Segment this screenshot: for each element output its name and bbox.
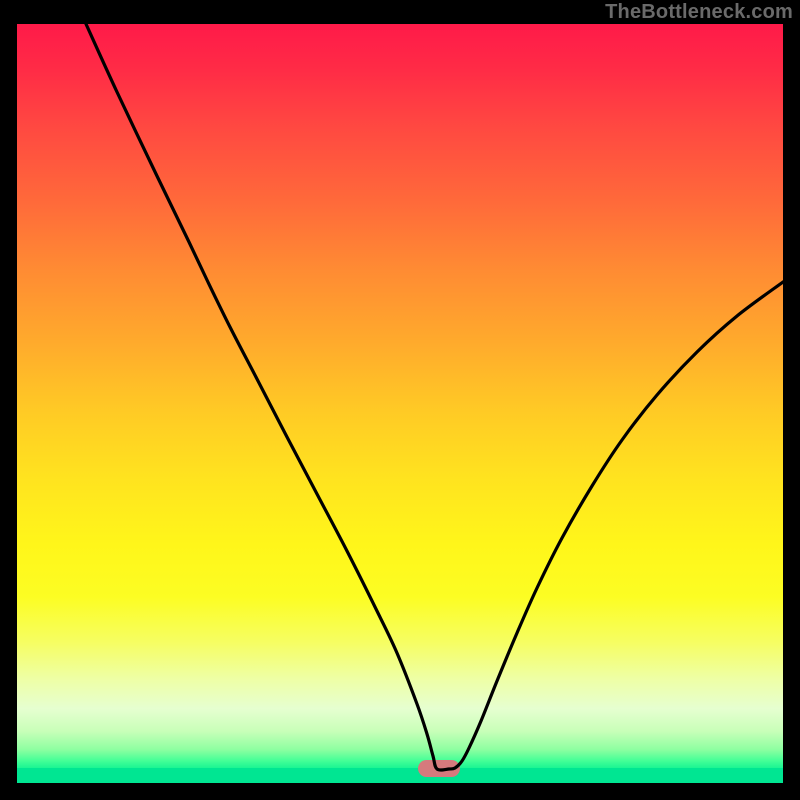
bottleneck-curve: [86, 24, 783, 770]
chart-frame: TheBottleneck.com: [0, 0, 800, 800]
curve-svg: [17, 24, 783, 783]
attribution-text: TheBottleneck.com: [605, 1, 793, 24]
plot-area: [17, 24, 783, 783]
